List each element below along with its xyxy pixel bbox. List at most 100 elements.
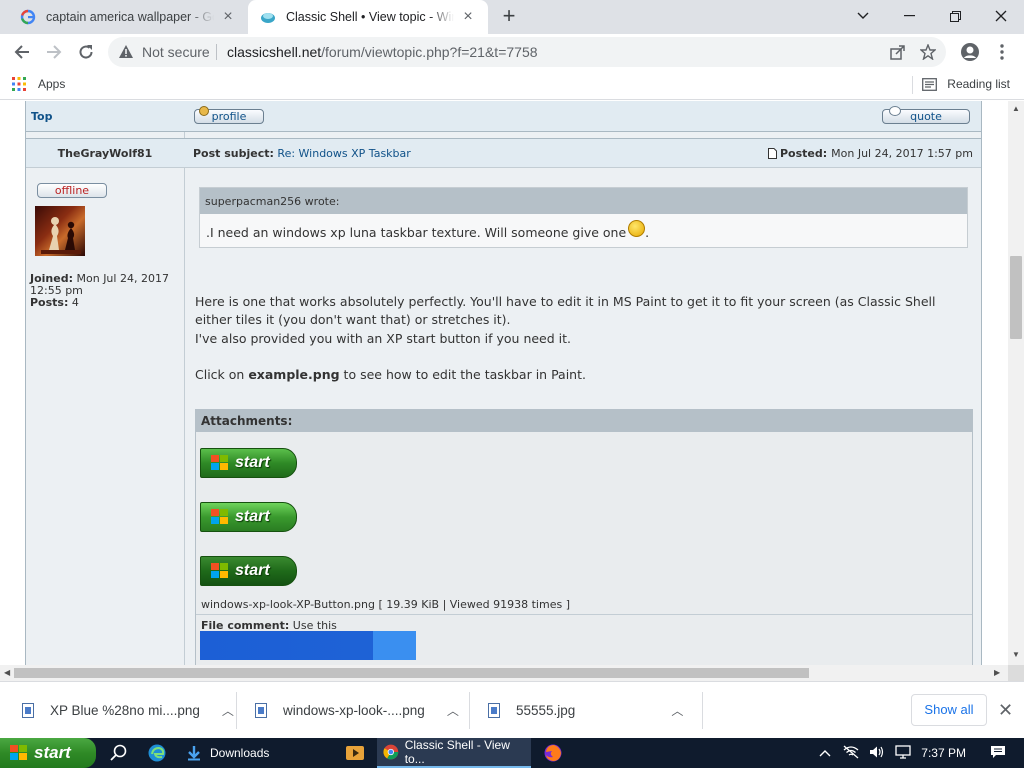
quote-body-text: .I need an windows xp luna taskbar textu… xyxy=(206,225,627,240)
apps-grid-icon xyxy=(12,77,26,91)
back-button[interactable] xyxy=(8,38,36,66)
apps-label: Apps xyxy=(38,77,66,91)
quote-block: superpacman256 wrote: .I need an windows… xyxy=(199,187,968,248)
classic-shell-icon xyxy=(261,13,275,23)
bookmark-star-icon[interactable] xyxy=(920,44,936,60)
post-subject: Post subject: Re: Windows XP Taskbar xyxy=(193,147,411,160)
volume-icon[interactable] xyxy=(869,745,885,762)
url-text[interactable]: classicshell.net/forum/viewtopic.php?f=2… xyxy=(227,44,538,60)
network-icon[interactable] xyxy=(843,745,859,762)
attachment-caption: windows-xp-look-XP-Button.png [ 19.39 Ki… xyxy=(201,598,570,611)
forward-button[interactable] xyxy=(40,38,68,66)
post-subject-link[interactable]: Re: Windows XP Taskbar xyxy=(277,147,410,160)
vertical-scrollbar[interactable]: ▲ ▼ xyxy=(1008,101,1024,665)
security-label[interactable]: Not secure xyxy=(142,44,210,60)
posts-label: Posts: xyxy=(30,296,69,309)
top-link[interactable]: Top xyxy=(31,110,52,123)
warning-icon[interactable] xyxy=(118,44,134,59)
reading-list-button[interactable]: Reading list xyxy=(922,77,1010,91)
windows-flag-icon xyxy=(211,509,229,525)
horizontal-scrollbar[interactable]: ◀ ▶ xyxy=(0,665,1008,681)
image-file-icon xyxy=(255,703,267,718)
quote-end: . xyxy=(645,225,650,240)
scroll-up-arrow-icon[interactable]: ▲ xyxy=(1012,104,1020,113)
download-filename: XP Blue %28no mi....png xyxy=(50,703,200,718)
windows-taskbar: start Downloads Classic Shell - View to.… xyxy=(0,738,1024,768)
horizontal-scroll-thumb[interactable] xyxy=(14,668,809,678)
address-bar[interactable]: Not secure classicshell.net/forum/viewto… xyxy=(108,37,946,67)
scroll-left-arrow-icon[interactable]: ◀ xyxy=(4,668,10,677)
post-icon[interactable] xyxy=(767,148,777,159)
quote-label: quote xyxy=(910,110,942,123)
firefox-icon[interactable] xyxy=(543,743,563,763)
close-tab-icon[interactable]: × xyxy=(460,8,476,25)
show-hidden-icons-chevron-icon[interactable] xyxy=(819,746,831,760)
attachments-box: Attachments: start start start windows-x… xyxy=(195,409,973,665)
apps-shortcut[interactable]: Apps xyxy=(12,77,65,91)
tab-google-search[interactable]: captain america wallpaper - Google Searc… xyxy=(8,0,248,34)
profile-button[interactable] xyxy=(956,38,984,66)
share-icon[interactable] xyxy=(890,44,906,60)
download-divider xyxy=(702,692,703,729)
media-player-icon[interactable] xyxy=(345,743,365,763)
windows-flag-icon xyxy=(10,745,28,761)
profile-button[interactable]: profile xyxy=(194,106,264,124)
reload-button[interactable] xyxy=(72,38,100,66)
tab-title: Classic Shell • View topic - Windows XP … xyxy=(286,10,454,24)
scroll-right-arrow-icon[interactable]: ▶ xyxy=(994,668,1000,677)
start-label: start xyxy=(34,743,71,762)
close-tab-icon[interactable]: × xyxy=(220,8,236,25)
chrome-window-label: Classic Shell - View to... xyxy=(404,738,510,766)
url-path: /forum/viewtopic.php?f=21&t=7758 xyxy=(321,44,538,60)
tab-search-button[interactable] xyxy=(840,0,886,32)
quote-button[interactable]: quote xyxy=(882,106,970,124)
chevron-up-icon[interactable]: ︿ xyxy=(671,702,683,719)
download-item[interactable]: 55555.jpg ︿ xyxy=(488,682,683,739)
bookmarks-divider xyxy=(912,76,913,94)
new-tab-button[interactable]: + xyxy=(498,5,520,28)
paragraph-text: Click on xyxy=(195,367,249,382)
attachment-image-taskbar[interactable] xyxy=(200,631,416,660)
start-text: start xyxy=(235,562,270,579)
bookmarks-bar: Apps Reading list xyxy=(0,70,1024,100)
taskbar-downloads-folder[interactable]: Downloads xyxy=(180,738,330,768)
display-icon[interactable] xyxy=(895,744,911,762)
scroll-down-arrow-icon[interactable]: ▼ xyxy=(1012,650,1020,659)
post-paragraph: Here is one that works absolutely perfec… xyxy=(195,294,936,327)
attachment-image-start-button-pressed[interactable]: start xyxy=(200,556,297,586)
chevron-up-icon[interactable]: ︿ xyxy=(222,702,234,719)
vertical-scroll-thumb[interactable] xyxy=(1010,256,1022,339)
menu-button[interactable] xyxy=(988,38,1016,66)
tab-classic-shell[interactable]: Classic Shell • View topic - Windows XP … xyxy=(248,0,488,34)
restore-button[interactable] xyxy=(932,0,978,32)
kebab-menu-icon xyxy=(1000,44,1004,60)
download-filename: windows-xp-look-....png xyxy=(283,703,425,718)
url-host: classicshell.net xyxy=(227,44,322,60)
example-png-link[interactable]: example.png xyxy=(248,367,339,382)
attachment-image-start-button[interactable]: start xyxy=(200,448,297,478)
post-date: Posted: Mon Jul 24, 2017 1:57 pm xyxy=(767,147,973,160)
clock[interactable]: 7:37 PM xyxy=(921,746,966,760)
search-icon[interactable] xyxy=(109,743,129,763)
start-button[interactable]: start xyxy=(0,738,96,768)
post-author[interactable]: TheGrayWolf81 xyxy=(26,147,184,160)
attachments-header: Attachments: xyxy=(196,410,972,432)
close-shelf-icon[interactable]: ✕ xyxy=(998,700,1013,721)
restore-icon xyxy=(949,10,961,22)
taskbar-chrome-window[interactable]: Classic Shell - View to... xyxy=(377,738,531,768)
attachment-image-start-button-hover[interactable]: start xyxy=(200,502,297,532)
download-item[interactable]: XP Blue %28no mi....png ︿ xyxy=(22,682,234,739)
chess-pieces-image xyxy=(41,217,81,254)
previous-post-footer: Top profile quote xyxy=(26,101,981,132)
notifications-icon[interactable] xyxy=(990,745,1006,762)
download-item[interactable]: windows-xp-look-....png ︿ xyxy=(255,682,459,739)
minimize-button[interactable] xyxy=(886,0,932,32)
paragraph-text: to see how to edit the taskbar in Paint. xyxy=(339,367,586,382)
edge-icon[interactable] xyxy=(147,743,167,763)
image-file-icon xyxy=(22,703,34,718)
close-window-button[interactable] xyxy=(978,0,1024,32)
close-icon xyxy=(995,10,1007,22)
image-file-icon xyxy=(488,703,500,718)
show-all-button[interactable]: Show all xyxy=(911,694,987,726)
chevron-up-icon[interactable]: ︿ xyxy=(447,702,459,719)
